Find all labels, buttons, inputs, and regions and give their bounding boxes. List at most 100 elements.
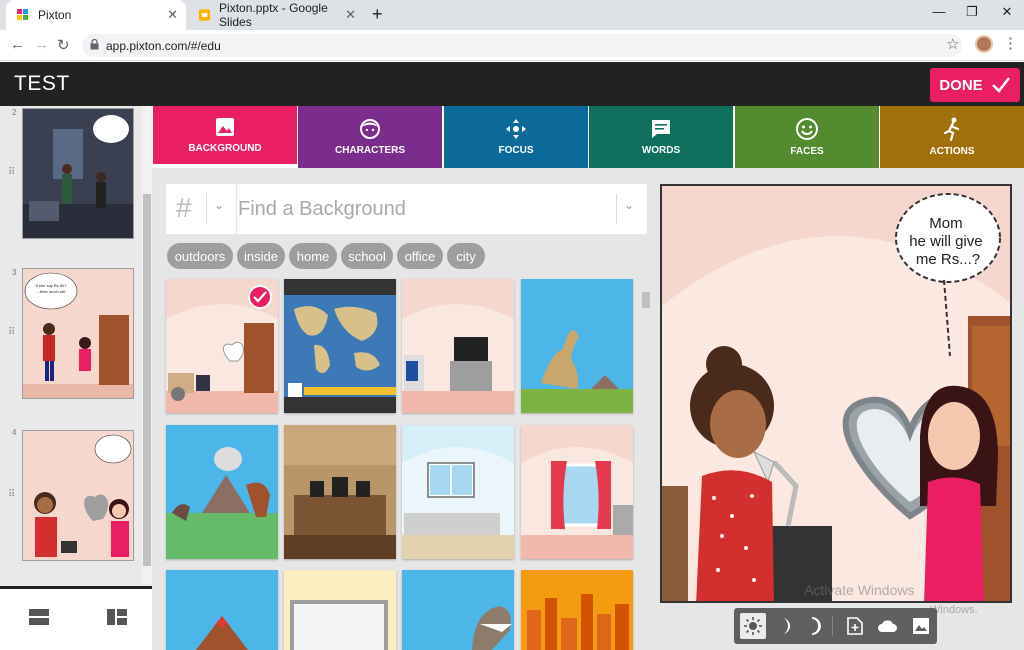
lock-icon <box>90 39 99 50</box>
chip-office[interactable]: office <box>397 243 443 269</box>
background-card[interactable] <box>402 570 514 650</box>
chevron-down-icon[interactable]: ⌄ <box>214 198 224 212</box>
tab-words[interactable]: WORDS <box>589 106 733 168</box>
background-card[interactable] <box>284 279 396 413</box>
dusk-moon-icon[interactable] <box>774 615 796 637</box>
checkmark-icon <box>991 77 1010 93</box>
drag-handle-icon[interactable]: ⠿ <box>8 490 15 500</box>
tab-label: FACES <box>790 146 824 157</box>
background-card[interactable] <box>521 279 633 413</box>
run-icon <box>943 117 960 141</box>
chip-outdoors[interactable]: outdoors <box>167 243 233 269</box>
menu-kebab-icon[interactable]: ⋮ <box>1003 34 1018 52</box>
done-button[interactable]: DONE <box>930 68 1020 102</box>
image-icon[interactable] <box>910 615 932 637</box>
image-icon <box>216 118 234 136</box>
panel-thumbnail-2[interactable] <box>22 108 134 239</box>
new-tab-icon[interactable]: + <box>372 4 383 25</box>
tab-label: ACTIONS <box>929 146 975 157</box>
chip-inside[interactable]: inside <box>237 243 285 269</box>
tag-filter-hash[interactable]: # <box>176 192 192 224</box>
done-label: DONE <box>939 76 983 94</box>
background-card[interactable] <box>284 425 396 559</box>
tab-background[interactable]: BACKGROUND <box>153 106 297 168</box>
url-field[interactable]: app.pixton.com/#/edu <box>82 34 962 57</box>
frame-room-thumbnail <box>284 570 396 650</box>
tab-title: Pixton.pptx - Google Slides <box>219 1 328 29</box>
cloud-icon[interactable] <box>876 615 898 637</box>
scrollbar-thumb[interactable] <box>143 194 151 566</box>
courtroom-thumbnail <box>284 425 396 559</box>
background-card[interactable] <box>284 570 396 650</box>
background-card[interactable] <box>166 425 278 559</box>
volcano-thumbnail <box>166 570 278 650</box>
volcano-dinosaurs-thumbnail <box>166 425 278 559</box>
close-window-icon[interactable]: ✕ <box>990 4 1024 20</box>
panel-scene-mom <box>23 431 133 560</box>
tab-label: CHARACTERS <box>335 145 405 156</box>
divider <box>236 184 237 234</box>
world-map-thumbnail <box>284 279 396 413</box>
panel-thumbnail-3[interactable]: If she say Rs 50? ...then much will <box>22 268 134 399</box>
layout-rows-icon[interactable] <box>28 607 50 627</box>
background-card[interactable] <box>402 279 514 413</box>
strip-scrollbar[interactable] <box>142 106 152 584</box>
pixton-favicon-icon <box>17 9 28 20</box>
panel-thumbnail-4[interactable] <box>22 430 134 561</box>
reload-icon[interactable]: ↻ <box>57 36 70 54</box>
background-card[interactable] <box>521 425 633 559</box>
move-icon <box>506 119 526 139</box>
comic-scene: Mom he will give me Rs...? <box>662 186 1010 601</box>
panel-number: 3 <box>12 268 17 277</box>
back-icon[interactable]: ← <box>10 36 25 53</box>
scrollbar-thumb[interactable] <box>642 292 650 308</box>
slides-favicon-icon <box>198 9 211 21</box>
layout-grid-icon[interactable] <box>106 607 128 627</box>
search-row: # ⌄ ⌄ <box>166 184 647 234</box>
comic-panel[interactable]: Mom he will give me Rs...? <box>660 184 1012 603</box>
chip-home[interactable]: home <box>289 243 337 269</box>
search-input[interactable] <box>238 194 608 224</box>
selected-check-icon <box>248 285 272 309</box>
tab-title: Pixton <box>38 8 72 22</box>
drag-handle-icon[interactable]: ⠿ <box>8 168 15 178</box>
browser-tab-slides[interactable]: Pixton.pptx - Google Slides ✕ <box>188 0 364 30</box>
tab-faces[interactable]: FACES <box>735 106 879 168</box>
divider <box>206 194 207 224</box>
panel-number: 4 <box>12 428 17 437</box>
layout-switcher <box>0 586 152 650</box>
window-curtains-thumbnail <box>521 425 633 559</box>
drag-handle-icon[interactable]: ⠿ <box>8 328 15 338</box>
forward-icon[interactable]: → <box>34 36 49 53</box>
chip-school[interactable]: school <box>341 243 393 269</box>
tab-close-icon[interactable]: ✕ <box>167 7 178 23</box>
tab-label: BACKGROUND <box>188 143 262 154</box>
svg-text:If she say Rs 50?: If she say Rs 50? <box>36 283 68 288</box>
browser-tabbar: Pixton ✕ Pixton.pptx - Google Slides ✕ +… <box>0 0 1024 30</box>
night-moon-icon[interactable] <box>804 615 826 637</box>
tab-close-icon[interactable]: ✕ <box>345 7 356 23</box>
maximize-icon[interactable]: ❐ <box>955 4 989 20</box>
background-card[interactable] <box>521 570 633 650</box>
browser-tab-pixton[interactable]: Pixton ✕ <box>6 0 186 30</box>
avatar[interactable] <box>975 35 993 53</box>
brightness-icon[interactable] <box>740 613 766 639</box>
chip-city[interactable]: city <box>447 243 485 269</box>
panel-scene-bedroom: If she say Rs 50? ...then much will <box>23 269 133 398</box>
chevron-down-icon[interactable]: ⌄ <box>624 198 634 212</box>
panel-scene-night <box>23 109 133 238</box>
add-page-icon[interactable] <box>844 615 866 637</box>
library-scrollbar[interactable] <box>640 278 652 650</box>
background-card[interactable] <box>166 279 278 413</box>
activate-windows-watermark: Windows. <box>930 604 978 616</box>
dinosaur-head-thumbnail <box>402 570 514 650</box>
tab-actions[interactable]: ACTIONS <box>880 106 1024 168</box>
tab-characters[interactable]: CHARACTERS <box>298 106 442 168</box>
app-header: TEST DONE <box>0 62 1024 106</box>
background-card[interactable] <box>402 425 514 559</box>
background-card[interactable] <box>166 570 278 650</box>
address-bar: ← → ↻ app.pixton.com/#/edu ☆ ⋮ <box>0 30 1024 61</box>
tab-focus[interactable]: FOCUS <box>444 106 588 168</box>
minimize-icon[interactable]: — <box>922 4 956 19</box>
star-icon[interactable]: ☆ <box>946 35 959 53</box>
